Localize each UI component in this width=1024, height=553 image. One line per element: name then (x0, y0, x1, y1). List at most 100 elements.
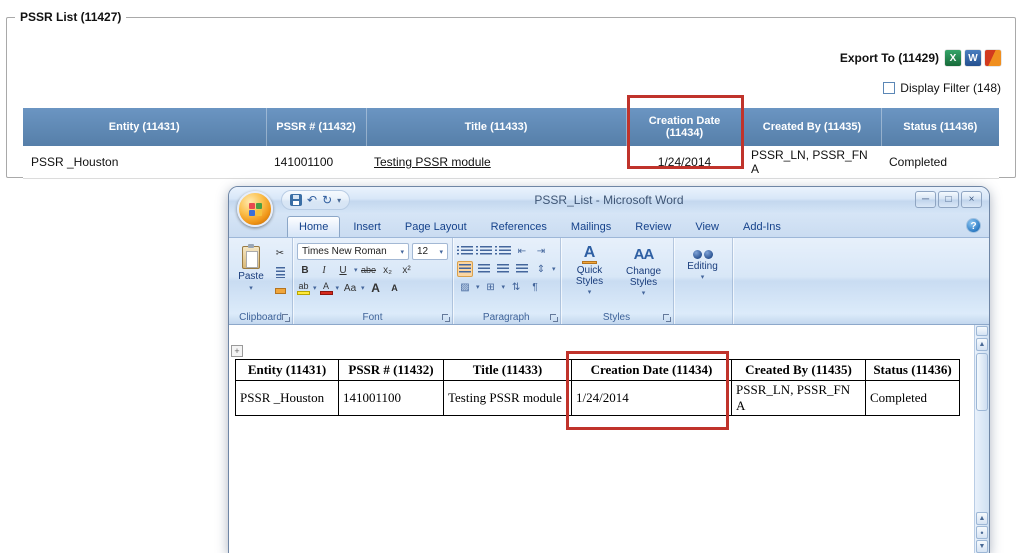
highlight-dropdown-icon[interactable]: ▾ (313, 284, 317, 292)
shading-dropdown-icon[interactable]: ▾ (476, 283, 480, 291)
decrease-indent-icon[interactable]: ⇤ (514, 243, 530, 259)
cell-title: Testing PSSR module (366, 146, 626, 179)
font-color-icon: A (323, 281, 330, 291)
next-page-icon[interactable]: ▼ (976, 540, 988, 553)
undo-icon[interactable]: ↶ (307, 194, 317, 206)
quick-styles-button[interactable]: A Quick Styles ▾ (565, 241, 615, 297)
ruler-toggle-icon[interactable] (976, 326, 988, 336)
export-word-icon[interactable]: W (965, 50, 981, 66)
export-other-icon[interactable] (985, 50, 1001, 66)
scrollbar-thumb[interactable] (976, 353, 988, 411)
redo-icon[interactable]: ↻ (322, 194, 332, 206)
title-link[interactable]: Testing PSSR module (374, 155, 491, 169)
multilevel-list-icon[interactable] (495, 243, 511, 259)
tab-insert[interactable]: Insert (342, 217, 392, 237)
sort-icon[interactable]: ⇅ (508, 279, 524, 295)
document-table: Entity (11431) PSSR # (11432) Title (114… (235, 359, 960, 416)
font-color-button[interactable]: A (319, 281, 333, 295)
office-button[interactable] (237, 191, 273, 227)
underline-dropdown-icon[interactable]: ▾ (354, 266, 358, 274)
doc-cell-entity: PSSR _Houston (235, 380, 339, 416)
paste-button[interactable]: Paste ▾ (233, 241, 269, 303)
tab-view[interactable]: View (684, 217, 730, 237)
document-area[interactable]: + Entity (11431) PSSR # (11432) Title (1… (229, 325, 989, 553)
strikethrough-button[interactable]: abe (361, 262, 377, 278)
quick-access-toolbar: ↶ ↻ ▾ (281, 190, 351, 210)
font-group: Times New Roman ▾ 12 ▾ B I U ▾ abe x₂ x² (293, 238, 453, 324)
styles-launcher-icon[interactable] (662, 313, 671, 322)
minimize-button[interactable]: ─ (915, 191, 936, 208)
font-name-select[interactable]: Times New Roman ▾ (297, 243, 409, 260)
tab-page-layout[interactable]: Page Layout (394, 217, 478, 237)
tab-home[interactable]: Home (287, 216, 341, 237)
underline-button[interactable]: U (335, 262, 351, 278)
line-spacing-icon[interactable]: ⇕ (533, 261, 549, 277)
pssr-table: Entity (11431) PSSR # (11432) Title (114… (23, 108, 999, 179)
column-header-creation-date[interactable]: Creation Date (11434) (626, 108, 744, 146)
column-header-entity[interactable]: Entity (11431) (23, 108, 267, 146)
editing-button[interactable]: Editing ▾ (678, 241, 728, 281)
column-header-title[interactable]: Title (11433) (366, 108, 627, 146)
borders-icon[interactable]: ⊞ (483, 279, 499, 295)
highlight-icon: ab (298, 281, 309, 291)
align-center-icon[interactable] (476, 261, 492, 277)
shrink-font-button[interactable]: A (387, 280, 403, 296)
font-size-select[interactable]: 12 ▾ (412, 243, 448, 260)
tab-add-ins[interactable]: Add-Ins (732, 217, 792, 237)
bold-button[interactable]: B (297, 262, 313, 278)
format-painter-icon[interactable] (272, 283, 288, 299)
help-icon[interactable]: ? (966, 218, 981, 233)
display-filter-checkbox[interactable] (883, 82, 896, 94)
styles-group-label: Styles (602, 312, 631, 323)
tab-review[interactable]: Review (624, 217, 682, 237)
change-case-button[interactable]: Aa (342, 280, 358, 296)
clipboard-launcher-icon[interactable] (281, 313, 290, 322)
line-spacing-dropdown-icon[interactable]: ▾ (552, 265, 556, 273)
pssr-table-header-row: Entity (11431) PSSR # (11432) Title (114… (23, 108, 999, 146)
align-left-icon[interactable] (457, 261, 473, 277)
select-browse-object-icon[interactable]: • (976, 526, 988, 539)
paste-dropdown-icon: ▾ (249, 285, 253, 292)
tab-references[interactable]: References (480, 217, 558, 237)
show-hide-pilcrow-icon[interactable]: ¶ (527, 279, 543, 295)
tab-mailings[interactable]: Mailings (560, 217, 622, 237)
paragraph-launcher-icon[interactable] (549, 313, 558, 322)
previous-page-icon[interactable]: ▲ (976, 512, 988, 525)
bullets-icon[interactable] (457, 243, 473, 259)
qat-customize-icon[interactable]: ▾ (337, 196, 341, 205)
highlight-button[interactable]: ab (297, 281, 310, 295)
copy-icon[interactable] (272, 264, 288, 280)
superscript-button[interactable]: x² (399, 262, 415, 278)
align-right-icon[interactable] (495, 261, 511, 277)
column-header-created-by[interactable]: Created By (11435) (743, 108, 882, 146)
justify-icon[interactable] (514, 261, 530, 277)
vertical-scrollbar[interactable]: ▲ ▲ • ▼ (974, 325, 989, 553)
change-styles-button[interactable]: AA Change Styles ▾ (619, 241, 669, 297)
change-case-dropdown-icon[interactable]: ▾ (361, 284, 365, 292)
italic-button[interactable]: I (316, 262, 332, 278)
font-color-dropdown-icon[interactable]: ▾ (336, 284, 340, 292)
close-button[interactable]: × (961, 191, 982, 208)
doc-cell-title: Testing PSSR module (443, 380, 572, 416)
borders-dropdown-icon[interactable]: ▾ (502, 283, 506, 291)
font-launcher-icon[interactable] (441, 313, 450, 322)
cut-icon[interactable]: ✂ (272, 245, 288, 261)
doc-cell-status: Completed (865, 380, 960, 416)
grow-font-button[interactable]: A (368, 280, 384, 296)
restore-button[interactable]: □ (938, 191, 959, 208)
ribbon-tab-row: Home Insert Page Layout References Maili… (229, 213, 989, 237)
column-header-pssr-number[interactable]: PSSR # (11432) (266, 108, 367, 146)
font-name-value: Times New Roman (302, 246, 387, 257)
export-excel-icon[interactable]: X (945, 50, 961, 66)
word-title-bar[interactable]: ↶ ↻ ▾ PSSR_List - Microsoft Word ─ □ × (229, 187, 989, 227)
column-header-status[interactable]: Status (11436) (881, 108, 999, 146)
save-icon[interactable] (290, 194, 302, 206)
numbering-icon[interactable] (476, 243, 492, 259)
quick-styles-label: Quick Styles (575, 265, 604, 287)
subscript-button[interactable]: x₂ (380, 262, 396, 278)
shading-icon[interactable]: ▨ (457, 279, 473, 295)
export-to-label: Export To (11429) (839, 51, 939, 65)
increase-indent-icon[interactable]: ⇥ (533, 243, 549, 259)
scroll-up-icon[interactable]: ▲ (976, 338, 988, 351)
table-move-handle[interactable]: + (231, 345, 243, 357)
